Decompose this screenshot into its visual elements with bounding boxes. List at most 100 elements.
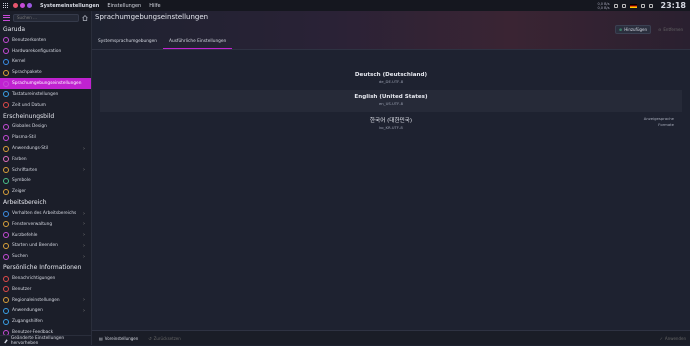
language-tags: Anzeigesprache Formate — [644, 116, 674, 128]
sidebar-item-icon — [3, 307, 9, 314]
chevron-right-icon: › — [83, 253, 85, 260]
list-item-en[interactable]: English (United States) en_US.UTF-8 — [100, 90, 682, 112]
sidebar-item[interactable]: Kernel — [0, 57, 91, 68]
tab-ausfuehrliche-einstellungen[interactable]: Ausführliche Einstellungen — [163, 35, 233, 49]
sidebar-category: Arbeitsbereich — [3, 199, 47, 207]
sidebar-item[interactable]: Suchen › — [0, 251, 91, 262]
sidebar-item[interactable]: Tastatureinstellungen — [0, 89, 91, 100]
sidebar-item-icon — [3, 188, 9, 195]
sidebar-item-label: Kurzbefehle — [12, 232, 38, 238]
sidebar-item-label: Anwendungs-Stil — [12, 146, 49, 152]
sidebar-item-icon — [3, 286, 9, 293]
keyboard-layout-flag-icon[interactable] — [629, 3, 637, 8]
bottom-bar: ▤ Voreinstellungen ↺ Zurücksetzen ✓ Anwe… — [92, 330, 690, 345]
sidebar-item-label: Benutzer — [12, 286, 32, 292]
sidebar-item[interactable]: Benutzerkonten — [0, 35, 91, 46]
sidebar-item[interactable]: Kurzbefehle › — [0, 230, 91, 241]
app-launcher-icon[interactable] — [3, 2, 9, 9]
sidebar-item-icon — [3, 48, 9, 55]
maximize-window-icon[interactable] — [27, 3, 32, 8]
sidebar-item[interactable]: Schriftarten › — [0, 165, 91, 176]
sidebar-item[interactable]: Regionaleinstellungen › — [0, 295, 91, 306]
list-actions: ⊕ Hinzufügen ⊖ Entfernen — [614, 25, 686, 34]
global-menu: Systemeinstellungen Einstellungen Hilfe — [40, 3, 161, 9]
sidebar-item-label: Symbole — [12, 178, 31, 184]
sidebar-item[interactable]: Fensterverwaltung › — [0, 219, 91, 230]
menu-systemeinstellungen[interactable]: Systemeinstellungen — [40, 3, 99, 9]
home-icon[interactable] — [82, 14, 88, 21]
sidebar-item-label: Fensterverwaltung — [12, 221, 53, 227]
sidebar-item-icon — [3, 145, 9, 152]
sidebar-item-label: Starten und Beenden — [12, 243, 58, 249]
sidebar-item[interactable]: Hardwarekonfiguration — [0, 46, 91, 57]
sidebar-item[interactable]: Benachrichtigungen — [0, 273, 91, 284]
sidebar-item-label: Regionaleinstellungen — [12, 297, 60, 303]
sidebar-category: Erscheinungsbild — [3, 112, 55, 120]
sidebar-item-icon — [3, 232, 9, 239]
sidebar-item[interactable]: Plasma-Stil — [0, 132, 91, 143]
sidebar-item-label: Farben — [12, 156, 27, 162]
sidebar-item[interactable]: Symbole — [0, 176, 91, 187]
sidebar-item-label: Plasma-Stil — [12, 135, 36, 141]
add-button[interactable]: ⊕ Hinzufügen — [614, 25, 652, 34]
sidebar-item-label: Zugangshilfen — [12, 319, 43, 325]
reset-icon: ↺ — [148, 335, 152, 341]
minimize-window-icon[interactable] — [20, 3, 25, 8]
tag-formate: Formate — [658, 122, 674, 127]
sidebar-item-icon — [3, 37, 9, 44]
sidebar-item-label: Hardwarekonfiguration — [12, 48, 62, 54]
locale-code: de_DE.UTF-8 — [378, 79, 404, 84]
hamburger-menu-icon[interactable] — [3, 14, 10, 21]
reset-label: Zurücksetzen — [153, 335, 181, 341]
apply-button[interactable]: ✓ Anwenden — [660, 336, 686, 341]
menu-einstellungen[interactable]: Einstellungen — [107, 3, 141, 9]
notifications-icon[interactable] — [648, 3, 653, 8]
menu-hilfe[interactable]: Hilfe — [149, 3, 160, 9]
list-item-de[interactable]: Deutsch (Deutschland) de_DE.UTF-8 — [100, 68, 682, 90]
sidebar-item[interactable]: Anwendungen › — [0, 306, 91, 317]
network-icon[interactable] — [640, 3, 645, 8]
defaults-button[interactable]: ▤ Voreinstellungen — [96, 335, 141, 342]
sidebar-item[interactable]: Verhalten des Arbeitsbereichs › — [0, 208, 91, 219]
reset-button[interactable]: ↺ Zurücksetzen — [145, 335, 184, 342]
sidebar-item[interactable]: Anwendungs-Stil › — [0, 143, 91, 154]
sidebar-item[interactable]: Sprachpakete — [0, 67, 91, 78]
highlight-changed-settings-button[interactable]: Geänderte Einstellungen hervorheben — [0, 335, 91, 346]
sidebar: Suchen ... Garuda Benutzerkonten Hardwarek… — [0, 11, 92, 346]
tab-systemsprachumgebungen[interactable]: Systemsprachumgebungen — [92, 35, 163, 49]
sidebar-item-label: Suchen — [12, 254, 28, 260]
sidebar-item[interactable]: Starten und Beenden › — [0, 241, 91, 252]
sidebar-item-icon — [3, 91, 9, 98]
sidebar-item[interactable]: Benutzer — [0, 284, 91, 295]
search-input[interactable]: Suchen ... — [13, 13, 79, 22]
remove-button[interactable]: ⊖ Entfernen — [655, 25, 686, 34]
close-window-icon[interactable] — [13, 3, 18, 8]
volume-icon[interactable] — [621, 3, 626, 8]
sidebar-item-icon — [3, 156, 9, 163]
locale-code: ko_KR.UTF-8 — [379, 125, 403, 130]
highlight-icon — [4, 338, 8, 343]
sidebar-list: Garuda Benutzerkonten Hardwarekonfiguratio… — [0, 24, 91, 338]
sidebar-item[interactable]: Globales Design — [0, 122, 91, 133]
sidebar-item[interactable]: Zugangshilfen — [0, 316, 91, 327]
chevron-right-icon: › — [83, 167, 85, 174]
sidebar-item-icon — [3, 69, 9, 76]
sidebar-item-label: Sprachumgebungseinstellungen — [12, 81, 82, 87]
chevron-right-icon: › — [83, 232, 85, 239]
chevron-right-icon: › — [83, 307, 85, 314]
clipboard-icon[interactable] — [613, 3, 618, 8]
sidebar-item[interactable]: Zeit und Datum — [0, 100, 91, 111]
clock[interactable]: 23:18 — [661, 1, 686, 10]
sidebar-item-label: Zeit und Datum — [12, 102, 46, 108]
sidebar-item-icon — [3, 58, 9, 65]
tab-bar: Systemsprachumgebungen Ausführliche Eins… — [92, 35, 233, 49]
remove-label: Entfernen — [663, 27, 683, 32]
sidebar-item-label: Schriftarten — [12, 167, 38, 173]
sidebar-item[interactable]: Sprachumgebungseinstellungen — [0, 78, 91, 89]
sidebar-item[interactable]: Zeiger — [0, 186, 91, 197]
list-item-ko[interactable]: 한국어 (대한민국) ko_KR.UTF-8 Anzeigesprache Fo… — [100, 112, 682, 134]
sidebar-item-icon — [3, 297, 9, 304]
sidebar-item[interactable]: Farben — [0, 154, 91, 165]
sidebar-item-label: Globales Design — [12, 124, 47, 130]
chevron-right-icon: › — [83, 145, 85, 152]
